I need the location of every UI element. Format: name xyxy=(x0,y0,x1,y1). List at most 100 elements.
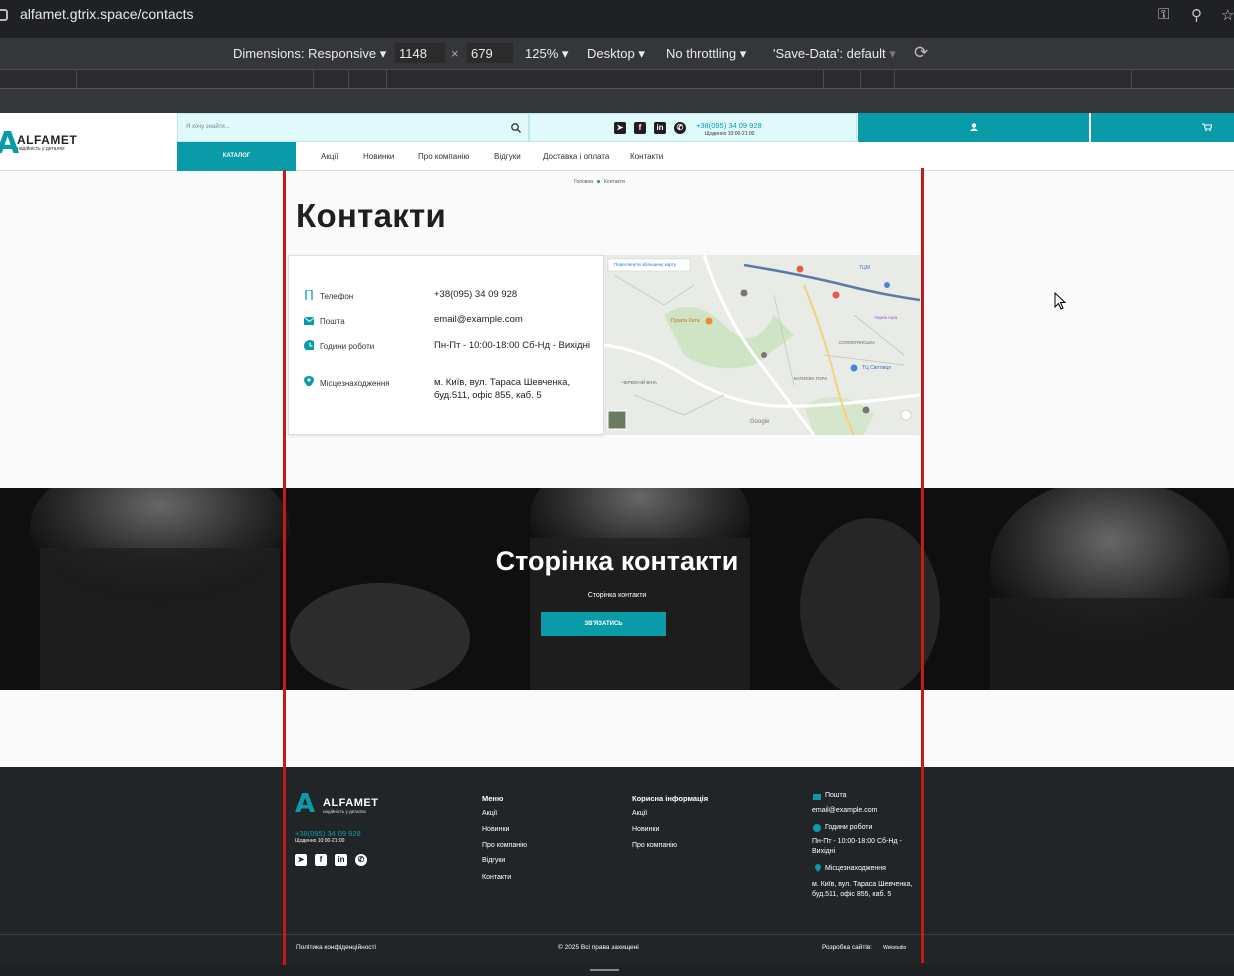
cart-button[interactable] xyxy=(1091,113,1234,142)
devtools-device-toolbar: Dimensions: Responsive ▾ 1148 × 679 125%… xyxy=(0,38,1234,70)
key-icon[interactable]: ⚿ xyxy=(1158,6,1169,23)
dimension-separator: × xyxy=(451,46,459,61)
nav-item-contacts[interactable]: Контакти xyxy=(630,152,663,161)
footer-mail-label: Пошта xyxy=(825,792,847,799)
width-input[interactable]: 1148 xyxy=(395,43,445,63)
footer-mail-value[interactable]: email@example.com xyxy=(812,807,877,814)
zoom-icon[interactable]: ⚲ xyxy=(1191,6,1202,24)
contact-us-button[interactable]: ЗВ'ЯЗАТИСЬ xyxy=(541,612,666,636)
user-icon xyxy=(969,123,978,132)
footer-info-item[interactable]: Новинки xyxy=(632,826,659,833)
footer-mail-icon xyxy=(813,794,821,800)
account-button[interactable] xyxy=(858,113,1089,142)
guide-line-left xyxy=(283,170,286,965)
footer-linkedin-icon[interactable]: in xyxy=(335,854,347,866)
footer-facebook-icon[interactable]: f xyxy=(315,854,327,866)
address-bar[interactable]: alfamet.gtrix.space/contacts xyxy=(20,6,194,22)
guide-line-right xyxy=(921,168,924,963)
developer-link[interactable]: Wekstudio xyxy=(883,945,906,951)
facebook-icon[interactable]: f xyxy=(634,122,646,134)
footer-hours-value: Пн-Пт - 10:00-18:00 Сб-Нд - Вихідні xyxy=(812,838,902,855)
footer-logo-name[interactable]: ALFAMET xyxy=(323,797,378,809)
rotate-icon[interactable]: ⟳ xyxy=(914,43,928,63)
page-title: Контакти xyxy=(296,197,447,234)
phone-icon xyxy=(305,290,313,300)
header-hours: Щоденно 10:00-21:00 xyxy=(705,131,755,137)
nav-item-reviews[interactable]: Відгуки xyxy=(494,152,521,161)
mail-label: Пошта xyxy=(320,317,345,326)
footer-telegram-icon[interactable]: ➤ xyxy=(295,854,307,866)
footer-menu-item[interactable]: Акції xyxy=(482,810,497,817)
height-input[interactable]: 679 xyxy=(467,43,513,63)
footer-info-title: Корисна інформація xyxy=(632,794,709,803)
contact-info-card: Телефон +38(095) 34 09 928 Пошта email@e… xyxy=(288,255,604,435)
catalog-button[interactable]: КАТАЛОГ xyxy=(177,142,296,171)
website-viewport: A ALFAMET надійність у деталях Я хочу зн… xyxy=(0,113,1234,965)
whatsapp-icon[interactable]: ✆ xyxy=(674,122,686,134)
banner-title: Сторінка контакти xyxy=(495,546,739,576)
privacy-policy-link[interactable]: Політика конфіденційності xyxy=(296,944,376,951)
breadcrumb: Головна Контакти xyxy=(574,179,625,185)
device-type-dropdown[interactable]: Desktop ▾ xyxy=(587,46,645,62)
footer-info-item[interactable]: Акції xyxy=(632,810,647,817)
footer-menu-title: Меню xyxy=(482,794,504,803)
footer-phone[interactable]: +38(095) 34 09 928 xyxy=(295,829,361,838)
footer-hours-label: Години роботи xyxy=(825,824,873,831)
map-canvas[interactable] xyxy=(604,255,920,435)
banner-subtitle: Сторінка контакти xyxy=(587,592,647,599)
header-phone[interactable]: +38(095) 34 09 928 xyxy=(696,121,762,130)
nav-item-new[interactable]: Новинки xyxy=(363,152,394,161)
site-info-icon[interactable] xyxy=(0,9,8,21)
site-footer: A ALFAMET надійність у деталях +38(095) … xyxy=(0,767,1234,965)
browser-toolbar: alfamet.gtrix.space/contacts ⚿ ⚲ ☆ xyxy=(0,0,1234,30)
google-map[interactable]: Переглянути збільшену карту Пузата Хата … xyxy=(604,255,920,435)
footer-clock-icon xyxy=(813,824,821,832)
nav-item-delivery[interactable]: Доставка і оплата xyxy=(543,152,609,161)
footer-menu-item[interactable]: Про компанію xyxy=(482,842,527,849)
logo-name[interactable]: ALFAMET xyxy=(17,133,77,147)
breadcrumb-home[interactable]: Головна xyxy=(574,179,593,185)
location-value: м. Київ, вул. Тараса Шевченка, буд.511, … xyxy=(434,377,571,401)
developer-label: Розробка сайтів: xyxy=(822,944,873,951)
map-place: СОЛОМ'ЯНСЬКА xyxy=(839,340,875,345)
phone-label: Телефон xyxy=(320,292,354,301)
zoom-dropdown[interactable]: 125% ▾ xyxy=(525,46,568,62)
footer-info-item[interactable]: Про компанію xyxy=(632,842,677,849)
nav-item-sales[interactable]: Акції xyxy=(321,152,338,161)
location-pin-icon xyxy=(304,376,314,386)
nav-item-about[interactable]: Про компанію xyxy=(418,152,469,161)
search-icon[interactable] xyxy=(511,123,521,133)
logo-tagline: надійність у деталях xyxy=(17,146,65,152)
linkedin-icon[interactable]: in xyxy=(654,122,666,134)
devtools-resize-handle[interactable] xyxy=(0,965,1234,976)
search-input[interactable]: Я хочу знайти... xyxy=(186,124,230,130)
dimensions-dropdown[interactable]: Dimensions: Responsive ▾ xyxy=(233,46,386,62)
mouse-cursor-icon xyxy=(1054,292,1066,310)
telegram-icon[interactable]: ➤ xyxy=(614,122,626,134)
star-icon[interactable]: ☆ xyxy=(1221,6,1234,24)
footer-hours: Щоденно 10:00-21:00 xyxy=(295,838,345,844)
throttling-dropdown[interactable]: No throttling ▾ xyxy=(666,46,746,62)
footer-menu-item[interactable]: Контакти xyxy=(482,874,511,881)
footer-menu-item[interactable]: Новинки xyxy=(482,826,509,833)
footer-location-pin-icon xyxy=(815,864,821,872)
resize-grip-icon[interactable] xyxy=(590,969,619,971)
footer-logo-mark-icon[interactable]: A xyxy=(295,789,315,819)
map-place: ТЦМ xyxy=(859,265,870,271)
footer-location-label: Місцезнаходження xyxy=(825,865,886,872)
open-larger-map-link[interactable]: Переглянути збільшену карту xyxy=(614,262,676,267)
copyright: © 2025 Всі права захищені xyxy=(558,944,639,951)
clock-icon xyxy=(304,340,314,350)
footer-bottom-bar: Політика конфіденційності © 2025 Всі пра… xyxy=(0,934,1234,965)
footer-whatsapp-icon[interactable]: ✆ xyxy=(355,854,367,866)
mail-value[interactable]: email@example.com xyxy=(434,313,594,326)
site-header: A ALFAMET надійність у деталях Я хочу зн… xyxy=(0,113,1234,171)
cart-icon xyxy=(1201,123,1213,132)
search-box[interactable]: Я хочу знайти... xyxy=(177,113,529,142)
map-place: БАТИЄВА ГОРА xyxy=(794,376,828,381)
phone-value[interactable]: +38(095) 34 09 928 xyxy=(434,288,594,301)
footer-menu-item[interactable]: Відгуки xyxy=(482,857,505,864)
save-data-dropdown[interactable]: 'Save-Data': default ▾ xyxy=(773,46,896,62)
hours-value: Пн-Пт - 10:00-18:00 Сб-Нд - Вихідні xyxy=(434,340,590,351)
breadcrumb-current: Контакти xyxy=(604,179,625,185)
